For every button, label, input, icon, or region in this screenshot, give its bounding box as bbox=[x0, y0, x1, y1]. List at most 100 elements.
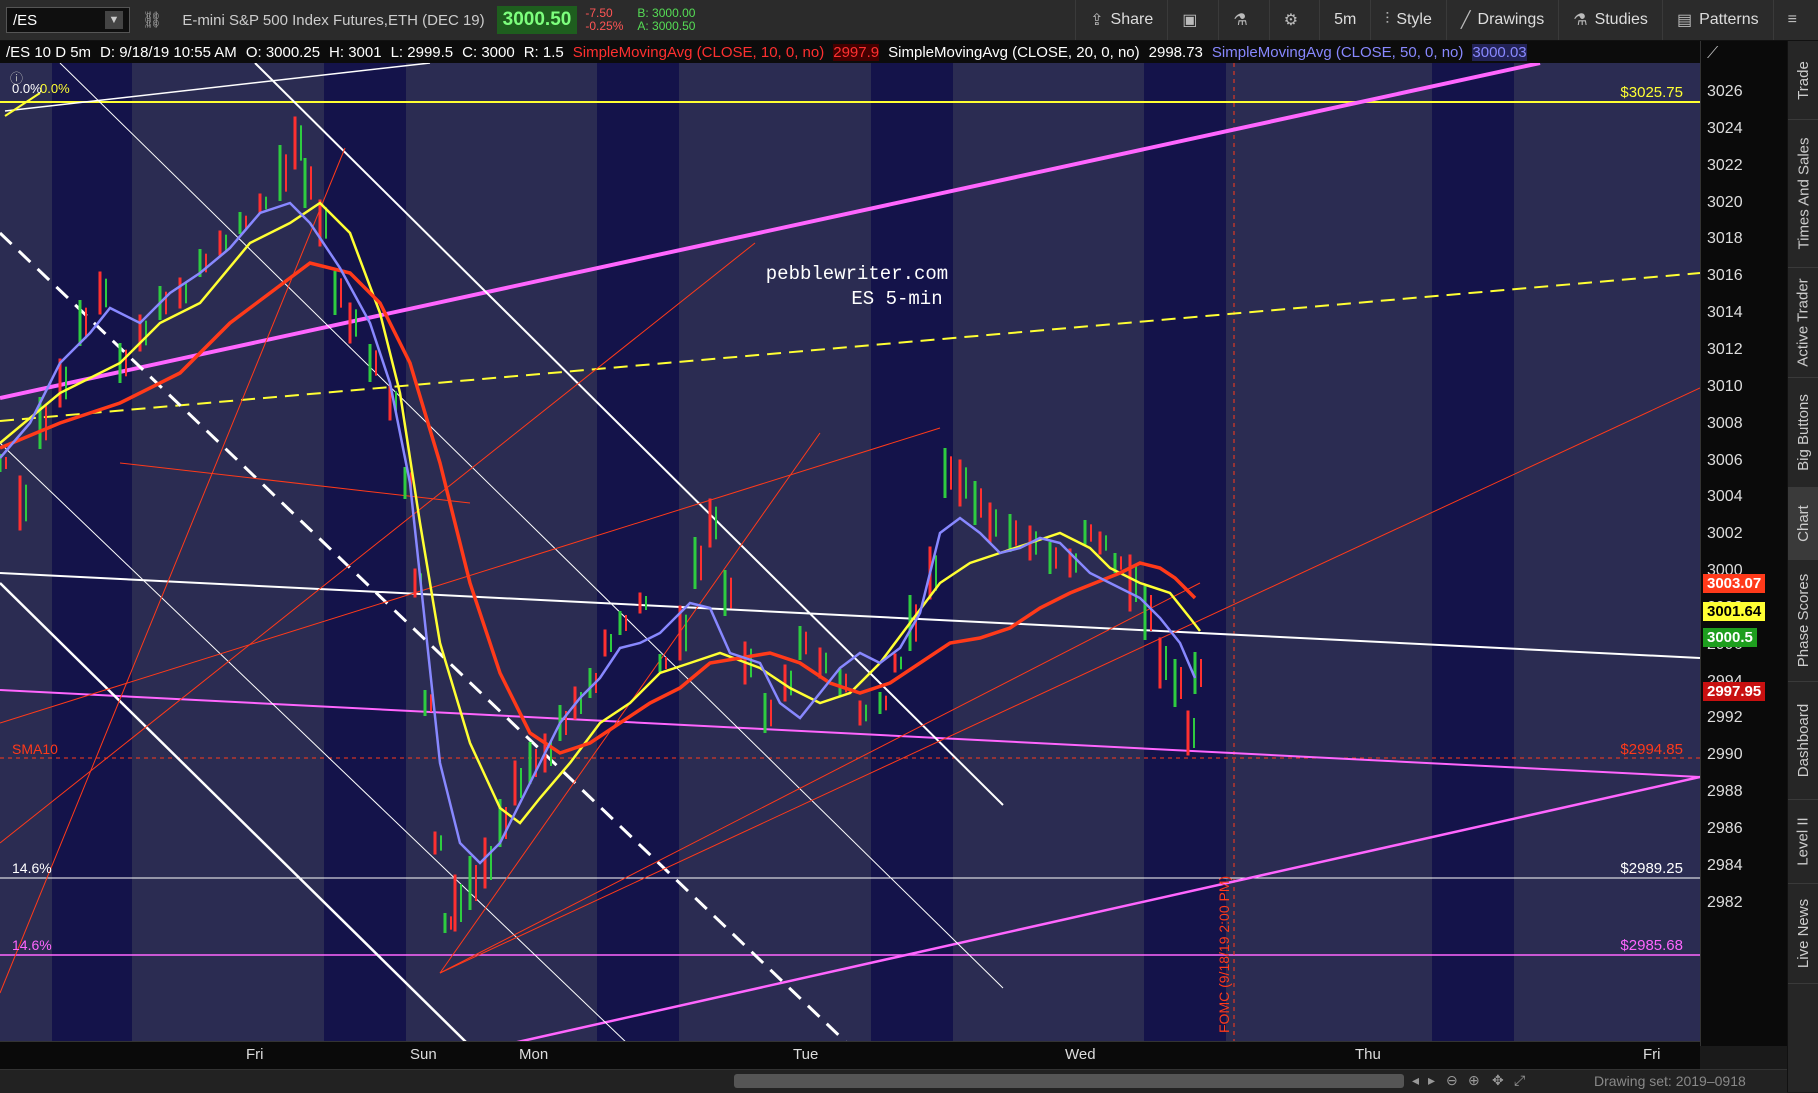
info-sma50[interactable]: SimpleMovingAvg (CLOSE, 50, 0, no) bbox=[1212, 44, 1464, 61]
info-symbol: /ES 10 D 5m bbox=[6, 43, 92, 61]
bid-ask: B: 3000.00 A: 3000.50 bbox=[637, 6, 696, 33]
price-tick-label: 3024 bbox=[1707, 119, 1743, 137]
settings-button[interactable]: ⚙ bbox=[1268, 0, 1319, 40]
pan-icon[interactable]: ✥ bbox=[1492, 1072, 1504, 1089]
chart-info-bar: /ES 10 D 5m D: 9/18/19 10:55 AM O: 3000.… bbox=[0, 41, 1700, 63]
sidebar-tab-trade[interactable]: Trade bbox=[1788, 41, 1818, 120]
time-label: Sun bbox=[410, 1046, 437, 1063]
price-tick-label: 3022 bbox=[1707, 156, 1743, 174]
beaker-icon: ⚗ bbox=[1233, 12, 1248, 29]
sidebar-tab-times-and-sales[interactable]: Times And Sales bbox=[1788, 119, 1818, 268]
price-tick-label: 2982 bbox=[1707, 893, 1743, 911]
info-low: L: 2999.5 bbox=[390, 43, 454, 61]
sidebar-tab-chart[interactable]: Chart bbox=[1788, 487, 1818, 560]
style-button[interactable]: ⫶ Style bbox=[1370, 0, 1446, 40]
price-tick-label: 2986 bbox=[1707, 820, 1743, 837]
layout-icon: ▣ bbox=[1182, 12, 1198, 29]
drawing-set-label[interactable]: Drawing set: 2019–0918 bbox=[1594, 1073, 1746, 1089]
info-sma10[interactable]: SimpleMovingAvg (CLOSE, 10, 0, no) bbox=[573, 44, 825, 61]
beaker-button[interactable]: ⚗ bbox=[1218, 0, 1268, 40]
layout-button[interactable]: ▣ bbox=[1167, 0, 1218, 40]
price-tick-label: 3020 bbox=[1707, 193, 1743, 211]
symbol-text: /ES bbox=[13, 11, 38, 29]
patterns-button[interactable]: ▤ Patterns bbox=[1661, 0, 1773, 40]
info-date: D: 9/18/19 10:55 AM bbox=[100, 43, 237, 61]
price-tick-label: 2990 bbox=[1707, 746, 1743, 764]
price-tick-label: 3010 bbox=[1707, 377, 1743, 395]
price-axis[interactable]: 3026 3024 3022 3020 3018 3016 3014 3012 3010 3008… bbox=[1700, 41, 1788, 1046]
info-sma20-value: 2998.73 bbox=[1148, 43, 1203, 61]
drawings-button[interactable]: ╱ Drawings bbox=[1445, 0, 1558, 40]
session-band bbox=[597, 63, 679, 1046]
fib-146-magenta-label: 14.6% bbox=[12, 937, 52, 953]
alert-icon[interactable]: ⓘ bbox=[10, 71, 23, 86]
info-sma20[interactable]: SimpleMovingAvg (CLOSE, 20, 0, no) bbox=[888, 44, 1140, 61]
price-tag-sma20: 3001.64 bbox=[1703, 602, 1766, 621]
chevron-down-icon[interactable]: ▼ bbox=[105, 11, 123, 29]
level-2994-label: $2994.85 bbox=[1620, 741, 1683, 758]
session-band bbox=[1432, 63, 1514, 1046]
share-icon: ⇪ bbox=[1090, 12, 1104, 29]
price-change: -7.50 -0.25% bbox=[585, 6, 624, 33]
scroll-thumb[interactable] bbox=[734, 1074, 1404, 1088]
time-label: Thu bbox=[1355, 1046, 1381, 1063]
time-axis[interactable]: Fri Sun Mon Tue Wed Thu Fri bbox=[0, 1041, 1700, 1070]
price-tag-last: 3000.5 bbox=[1703, 628, 1757, 647]
time-label: Mon bbox=[519, 1046, 549, 1063]
price-tick-label: 3006 bbox=[1707, 451, 1743, 469]
link-icon[interactable]: ⛓ bbox=[142, 10, 162, 30]
zoom-in-icon[interactable]: ⊕ bbox=[1468, 1072, 1480, 1089]
scroll-right-icon[interactable]: ▸ bbox=[1428, 1072, 1435, 1089]
price-tick-label: 2988 bbox=[1707, 783, 1743, 801]
fib-146-white-label: 14.6% bbox=[12, 860, 52, 876]
instrument-name: E-mini S&P 500 Index Futures,ETH (DEC 19… bbox=[182, 11, 485, 29]
share-button[interactable]: ⇪ Share bbox=[1075, 0, 1167, 40]
price-tick-label: 2992 bbox=[1707, 709, 1743, 727]
sidebar-tab-big-buttons[interactable]: Big Buttons bbox=[1788, 377, 1818, 488]
studies-button[interactable]: ⚗ Studies bbox=[1558, 0, 1662, 40]
price-tick-label: 3026 bbox=[1707, 83, 1743, 100]
price-tick-label: 3018 bbox=[1707, 230, 1743, 248]
scroll-left-icon[interactable]: ◂ bbox=[1412, 1072, 1419, 1089]
price-tag-sma50: 3003.07 bbox=[1703, 574, 1766, 593]
menu-button[interactable]: ≡ bbox=[1772, 0, 1818, 40]
price-tick-label: 2984 bbox=[1707, 856, 1743, 874]
fit-icon[interactable]: ⤢ bbox=[1514, 1072, 1525, 1089]
sidebar-tab-level-ii[interactable]: Level II bbox=[1788, 799, 1818, 884]
price-tick-label: 3016 bbox=[1707, 267, 1743, 285]
chart-canvas[interactable]: pebblewriter.com ES 5-min 0.0% 0.0% $302… bbox=[0, 63, 1700, 1046]
level-3025-label: $3025.75 bbox=[1620, 84, 1683, 101]
price-chart[interactable]: pebblewriter.com ES 5-min 0.0% 0.0% $302… bbox=[0, 63, 1700, 1046]
right-sidebar: Trade Times And Sales Active Trader Big … bbox=[1787, 41, 1818, 1092]
sidebar-tab-active-trader[interactable]: Active Trader bbox=[1788, 267, 1818, 378]
price-tick-label: 3004 bbox=[1707, 488, 1743, 506]
price-tick-label: 3002 bbox=[1707, 525, 1743, 543]
price-tag-sma10: 2997.95 bbox=[1703, 682, 1766, 701]
info-sma50-value: 3000.03 bbox=[1472, 43, 1527, 61]
time-label: Fri bbox=[1643, 1046, 1661, 1063]
info-sma10-value: 2997.9 bbox=[833, 43, 880, 61]
info-high: H: 3001 bbox=[329, 43, 382, 61]
fomc-label: FOMC (9/18/19 2:00 PM) bbox=[1216, 876, 1232, 1033]
zoom-out-icon[interactable]: ⊖ bbox=[1446, 1072, 1458, 1089]
info-close: C: 3000 bbox=[462, 43, 515, 61]
flask-icon: ⚗ bbox=[1573, 12, 1588, 29]
sma10-level-label: SMA10 bbox=[12, 741, 58, 757]
menu-icon: ≡ bbox=[1787, 11, 1797, 28]
price-tick-label: 3014 bbox=[1707, 304, 1743, 322]
sidebar-tab-live-news[interactable]: Live News bbox=[1788, 883, 1818, 984]
draw-tool-icon[interactable]: ⟋ bbox=[1707, 45, 1718, 63]
info-open: O: 3000.25 bbox=[245, 43, 321, 61]
sidebar-tab-dashboard[interactable]: Dashboard bbox=[1788, 681, 1818, 800]
info-range: R: 1.5 bbox=[523, 43, 564, 61]
chart-scrollbar[interactable]: ◂ ▸ ⊖ ⊕ ✥ ⤢ Drawing set: 2019–0918 bbox=[0, 1069, 1787, 1093]
time-label: Tue bbox=[793, 1046, 819, 1063]
watermark-line2: ES 5-min bbox=[851, 288, 942, 310]
session-band bbox=[52, 63, 132, 1046]
level-2989-label: $2989.25 bbox=[1620, 860, 1683, 877]
timeframe-button[interactable]: 5m bbox=[1319, 0, 1370, 40]
symbol-selector[interactable]: /ES ▼ bbox=[6, 7, 130, 33]
time-label: Wed bbox=[1065, 1046, 1096, 1063]
sidebar-tab-phase-scores[interactable]: Phase Scores bbox=[1788, 559, 1818, 682]
price-tick-label: 3012 bbox=[1707, 340, 1743, 358]
